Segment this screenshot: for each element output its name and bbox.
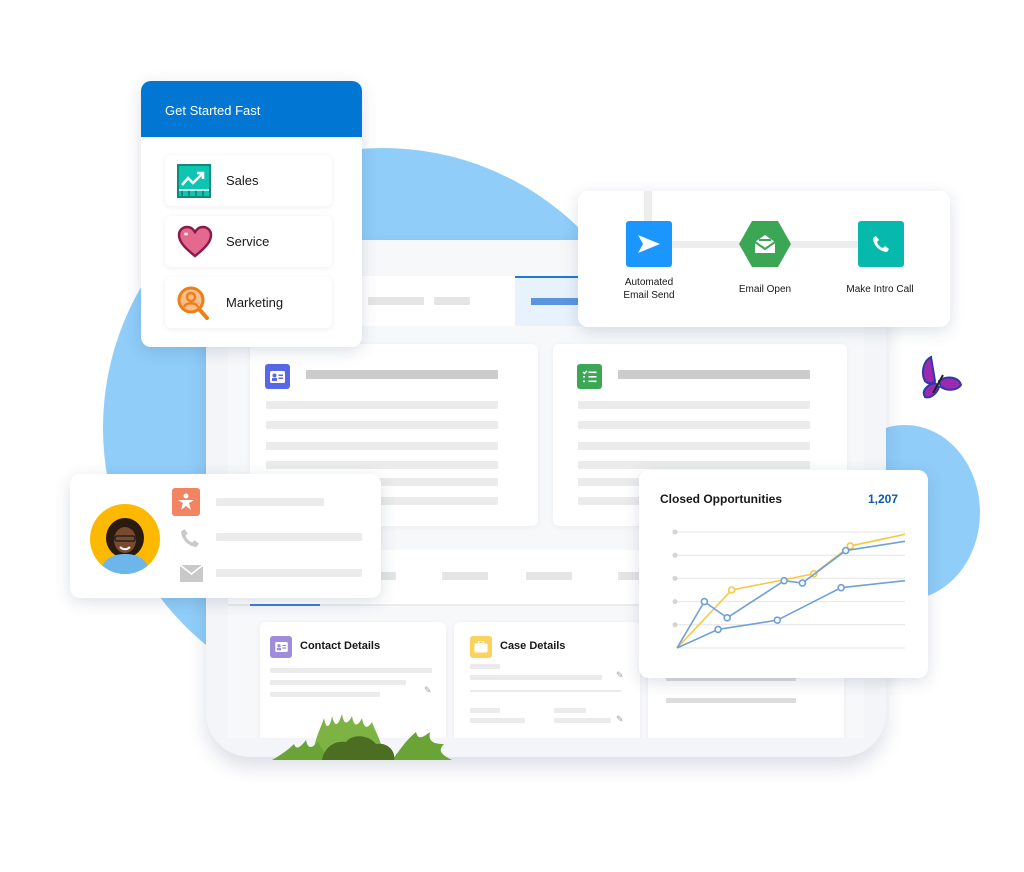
get-started-item-label: Sales	[226, 173, 259, 188]
series-yellow-point[interactable]	[727, 586, 736, 594]
text-placeholder	[554, 718, 611, 723]
case-details-card: Case Details ✎ ✎	[454, 622, 640, 738]
y-tick-dot	[672, 529, 678, 535]
text-placeholder	[470, 675, 602, 680]
journey-flow-panel: Automated Email Send Email Open Make Intr…	[578, 191, 950, 327]
edit-pencil-icon[interactable]: ✎	[616, 670, 624, 681]
get-started-title: Get Started Fast	[141, 81, 362, 137]
text-placeholder	[216, 533, 362, 541]
flow-step-label: Automated Email Send	[599, 276, 699, 302]
text-placeholder	[578, 401, 810, 409]
text-placeholder	[266, 461, 498, 469]
case-details-title: Case Details	[500, 640, 566, 652]
text-placeholder	[578, 421, 810, 429]
flow-connector	[644, 191, 652, 225]
phone-icon	[180, 528, 200, 553]
person-icon	[172, 488, 200, 516]
avatar[interactable]	[90, 504, 160, 574]
text-placeholder	[470, 708, 500, 713]
flow-step-label-line1: Automated	[624, 277, 674, 288]
y-tick-dot	[672, 599, 678, 605]
series-blue-2-point[interactable]	[837, 583, 845, 592]
title-placeholder	[306, 370, 498, 379]
contact-summary-card	[70, 474, 381, 598]
text-placeholder	[216, 498, 324, 506]
contact-details-title: Contact Details	[300, 640, 381, 652]
text-placeholder	[266, 421, 498, 429]
person-search-icon	[177, 286, 211, 320]
y-tick-dot	[672, 552, 678, 558]
text-placeholder	[270, 692, 380, 697]
get-started-item-label: Marketing	[226, 295, 284, 310]
flow-step-label: Make Intro Call	[846, 284, 914, 295]
contact-card-icon	[265, 364, 290, 389]
butterfly-illustration	[922, 355, 963, 399]
text-placeholder	[270, 680, 406, 685]
series-blue-1-point[interactable]	[798, 579, 807, 587]
tab-placeholder[interactable]	[442, 572, 488, 580]
checklist-icon	[577, 364, 602, 389]
text-placeholder	[266, 401, 498, 409]
divider	[470, 690, 622, 692]
text-placeholder	[578, 461, 810, 469]
contact-card-icon	[270, 636, 292, 658]
line-chart	[672, 529, 906, 649]
series-blue-1-point[interactable]	[780, 576, 788, 585]
phone-icon[interactable]	[858, 221, 904, 267]
y-tick-dot	[672, 575, 678, 581]
get-started-item-sales[interactable]: Sales	[165, 155, 332, 206]
edit-pencil-icon[interactable]: ✎	[616, 714, 624, 725]
closed-opportunities-card: Closed Opportunities 1,207	[639, 470, 928, 678]
heart-icon	[177, 225, 213, 259]
bush-illustration	[272, 714, 452, 760]
mail-icon	[179, 564, 204, 587]
series-yellow-line	[676, 533, 906, 649]
text-placeholder	[470, 718, 525, 723]
sales-chart-icon	[177, 164, 211, 198]
y-tick-dot	[672, 622, 678, 628]
series-blue-1-point[interactable]	[723, 614, 731, 622]
tab-underline	[250, 604, 320, 606]
text-placeholder	[470, 664, 500, 669]
text-placeholder	[216, 569, 362, 577]
series-blue-1-point[interactable]	[700, 597, 709, 606]
series-blue-2-point[interactable]	[773, 616, 782, 624]
series-blue-2-point[interactable]	[714, 625, 722, 634]
edit-pencil-icon[interactable]: ✎	[424, 685, 432, 696]
text-placeholder	[270, 668, 432, 673]
text-placeholder	[578, 442, 810, 450]
get-started-item-marketing[interactable]: Marketing	[165, 277, 332, 328]
flow-step-label: Email Open	[738, 284, 792, 295]
briefcase-icon	[470, 636, 492, 658]
text-placeholder	[554, 708, 586, 713]
series-blue-1-point[interactable]	[841, 546, 850, 555]
tab-placeholder[interactable]	[434, 297, 470, 305]
tab-placeholder[interactable]	[368, 297, 424, 305]
open-envelope-icon[interactable]	[739, 221, 791, 267]
get-started-panel: Get Started Fast Sales Service Marketing	[141, 81, 362, 347]
tab-placeholder[interactable]	[526, 572, 572, 580]
text-placeholder	[666, 698, 796, 703]
get-started-item-service[interactable]: Service	[165, 216, 332, 267]
title-placeholder	[618, 370, 810, 379]
flow-step-label-line2: Email Send	[623, 290, 675, 301]
send-icon[interactable]	[626, 221, 672, 267]
series-blue-2-line	[676, 579, 906, 649]
text-placeholder	[266, 442, 498, 450]
get-started-item-label: Service	[226, 234, 270, 249]
